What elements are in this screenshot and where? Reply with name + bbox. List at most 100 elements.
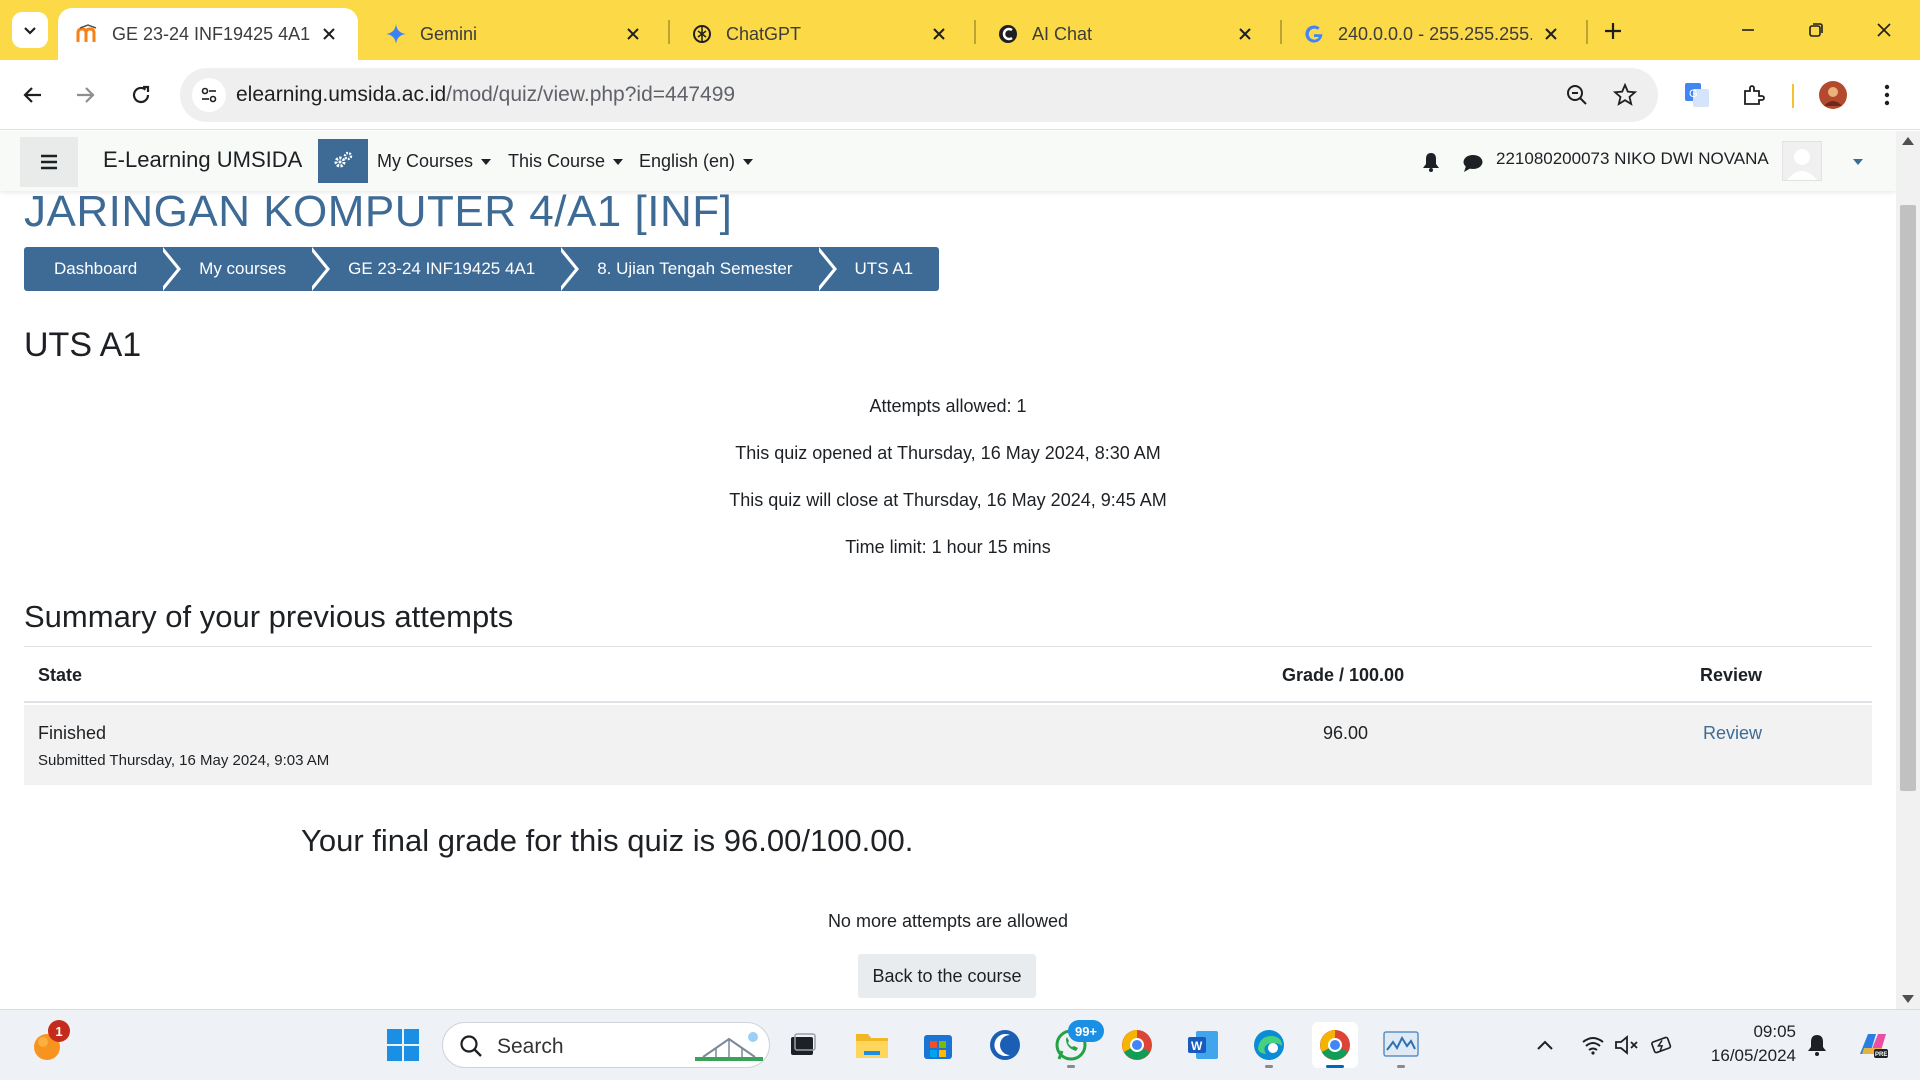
no-more-attempts-text: No more attempts are allowed [827,911,1069,931]
tab-search-button[interactable] [12,12,48,48]
attempts-summary-heading: Summary of your previous attempts [24,599,514,634]
edge-icon [1254,1030,1284,1060]
drawer-toggle-button[interactable] [20,137,78,187]
reload-button[interactable] [122,76,160,114]
scroll-down-arrow-icon[interactable] [1902,995,1914,1003]
show-hidden-icons-chevron-icon[interactable] [1532,1032,1558,1058]
close-icon[interactable] [928,23,950,45]
language-menu[interactable]: English (en) [639,151,754,172]
tab-separator [974,20,976,44]
column-header-grade: Grade / 100.00 [1282,665,1405,685]
tab-gemini[interactable]: Gemini [366,8,662,60]
running-indicator [1265,1065,1273,1068]
profile-avatar[interactable] [1814,76,1852,114]
tab-separator [1280,20,1282,44]
user-name[interactable]: 221080200073 NIKO DWI NOVANA [1496,149,1769,169]
page-scrollbar[interactable] [1896,131,1920,1009]
site-info-icon[interactable] [192,78,226,112]
taskbar-search[interactable]: Search [442,1022,770,1068]
close-icon[interactable] [1540,23,1562,45]
minimize-button[interactable] [1718,10,1778,50]
quiz-close-text: This quiz will close at Thursday, 16 May… [729,490,1167,510]
app-button-crescent[interactable] [982,1022,1028,1068]
site-brand[interactable]: E-Learning UMSIDA [103,147,302,173]
crescent-app-icon [990,1030,1020,1060]
microsoft-store-button[interactable] [915,1022,961,1068]
chrome-profile-button[interactable] [1114,1022,1160,1068]
notification-bell-icon[interactable] [1420,151,1442,173]
attempt-state: Finished [38,723,107,743]
monitor-app-button[interactable] [1378,1022,1424,1068]
whatsapp-unread-badge: 99+ [1068,1020,1104,1042]
close-window-button[interactable] [1854,10,1914,50]
user-menu-caret-icon[interactable] [1853,159,1863,165]
task-view-button[interactable] [780,1022,826,1068]
menu-label: English (en) [639,151,736,171]
windows-logo-icon [387,1029,419,1061]
breadcrumb-my-courses[interactable]: My courses [159,247,331,291]
tab-title: GE 23-24 INF19425 4A1: [112,23,310,44]
table-row: Finished Submitted Thursday, 16 May 2024… [24,705,1872,785]
minimize-icon [1742,29,1754,31]
url-host: elearning.umsida.ac.id [236,83,447,106]
address-bar[interactable]: elearning.umsida.ac.id/mod/quiz/view.php… [180,68,1658,122]
scrollbar-thumb[interactable] [1900,205,1916,791]
copilot-button[interactable]: PRE [1850,1022,1896,1068]
breadcrumb-dashboard[interactable]: Dashboard [24,247,182,291]
tab-title: 240.0.0.0 - 255.255.255.0 [1338,23,1532,44]
bookmark-star-icon[interactable] [1610,80,1640,110]
close-icon[interactable] [1234,23,1256,45]
breadcrumb-section[interactable]: 8. Ujian Tengah Semester [557,247,837,291]
close-icon [1877,23,1891,37]
caret-down-icon [613,158,624,165]
zoom-icon[interactable] [1562,80,1592,110]
scroll-up-arrow-icon[interactable] [1902,137,1914,145]
more-menu-icon[interactable] [1868,76,1906,114]
quiz-title: UTS A1 [24,326,142,364]
messages-icon[interactable] [1462,153,1484,173]
restore-button[interactable] [1786,10,1846,50]
url-text: elearning.umsida.ac.id/mod/quiz/view.php… [236,83,735,107]
close-icon[interactable] [622,23,644,45]
review-link[interactable]: Review [1703,723,1762,744]
svg-text:G: G [1689,88,1698,100]
clock-date[interactable]: 16/05/2024 [1700,1046,1796,1066]
extensions-puzzle-icon[interactable] [1734,76,1772,114]
breadcrumb-course[interactable]: GE 23-24 INF19425 4A1 [308,247,580,291]
user-avatar[interactable] [1782,141,1822,181]
svg-text:PRE: PRE [1875,1052,1887,1058]
tab-moodle[interactable]: GE 23-24 INF19425 4A1: [58,8,358,60]
translate-extension-icon[interactable]: G [1678,76,1716,114]
chrome-active-button[interactable] [1312,1022,1358,1068]
user-placeholder-icon [1787,149,1817,180]
attempt-submitted-date: Submitted Thursday, 16 May 2024, 9:03 AM [38,752,330,769]
new-tab-button[interactable] [1596,14,1630,48]
hamburger-icon [41,154,57,170]
tab-ai-chat[interactable]: AI Chat [978,8,1274,60]
file-explorer-button[interactable] [849,1022,895,1068]
edge-button[interactable] [1246,1022,1292,1068]
course-title: JARINGAN KOMPUTER 4/A1 [INF] [24,191,733,236]
forward-button[interactable] [66,76,104,114]
tab-chatgpt[interactable]: ChatGPT [672,8,968,60]
tab-google[interactable]: 240.0.0.0 - 255.255.255.0 [1284,8,1580,60]
column-header-state: State [38,665,83,685]
clock-time[interactable]: 09:05 [1700,1022,1796,1042]
word-button[interactable]: W [1180,1022,1226,1068]
moodle-icon [76,22,100,46]
volume-muted-icon[interactable] [1614,1032,1640,1058]
back-to-course-button[interactable]: Back to the course [858,954,1036,998]
wifi-icon[interactable] [1580,1032,1606,1058]
restore-icon [1809,23,1823,37]
notification-bell-icon[interactable] [1804,1032,1830,1058]
search-icon [460,1035,482,1057]
final-grade-text: Your final grade for this quiz is 96.00/… [301,823,914,858]
course-admin-button[interactable] [318,139,368,183]
close-icon[interactable] [318,23,340,45]
url-path: /mod/quiz/view.php?id=447499 [446,83,736,106]
my-courses-menu[interactable]: My Courses [377,151,492,172]
back-button[interactable] [14,76,52,114]
battery-charging-icon[interactable] [1650,1032,1676,1058]
start-button[interactable] [380,1022,426,1068]
this-course-menu[interactable]: This Course [508,151,624,172]
